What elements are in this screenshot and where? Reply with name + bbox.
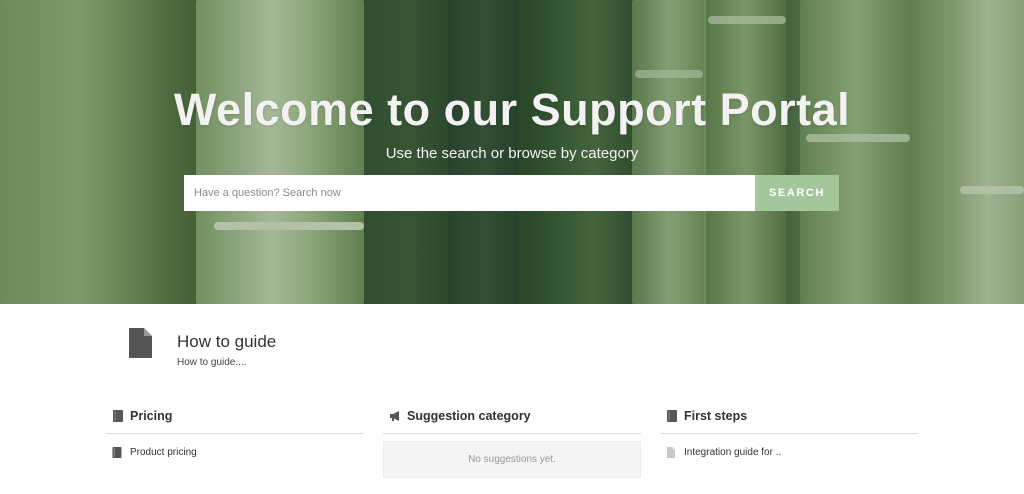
list-item[interactable]: Integration guide for .. xyxy=(660,445,918,459)
category-pricing: Pricing Product pricing xyxy=(106,406,364,459)
divider xyxy=(383,433,641,434)
search-input[interactable] xyxy=(184,175,755,211)
category-header[interactable]: Pricing xyxy=(106,406,364,426)
empty-state: No suggestions yet. xyxy=(383,441,641,478)
document-icon xyxy=(667,446,675,458)
document-icon xyxy=(129,328,152,358)
hero-subtitle: Use the search or browse by category xyxy=(385,145,639,162)
book-icon xyxy=(667,410,677,422)
divider xyxy=(660,433,918,434)
category-suggestions: Suggestion category No suggestions yet. xyxy=(383,406,641,478)
category-first-steps: First steps Integration guide for .. xyxy=(660,406,918,459)
list-item-label[interactable]: Product pricing xyxy=(130,447,197,458)
book-icon xyxy=(112,446,122,458)
list-item[interactable]: Product pricing xyxy=(106,445,364,459)
category-title: Pricing xyxy=(130,409,173,423)
divider xyxy=(106,433,364,434)
category-header[interactable]: First steps xyxy=(660,406,918,426)
search-button[interactable]: SEARCH xyxy=(755,175,839,211)
featured-title[interactable]: How to guide xyxy=(177,332,276,352)
hero-banner: Welcome to our Support Portal Use the se… xyxy=(0,0,1024,304)
book-icon xyxy=(113,410,123,422)
list-item-label[interactable]: Integration guide for .. xyxy=(684,447,781,458)
category-title: Suggestion category xyxy=(407,409,531,423)
featured-description: How to guide.... xyxy=(177,357,247,368)
page-title: Welcome to our Support Portal xyxy=(173,84,851,135)
megaphone-icon xyxy=(390,411,399,421)
category-title: First steps xyxy=(684,409,748,423)
category-header[interactable]: Suggestion category xyxy=(383,406,641,426)
